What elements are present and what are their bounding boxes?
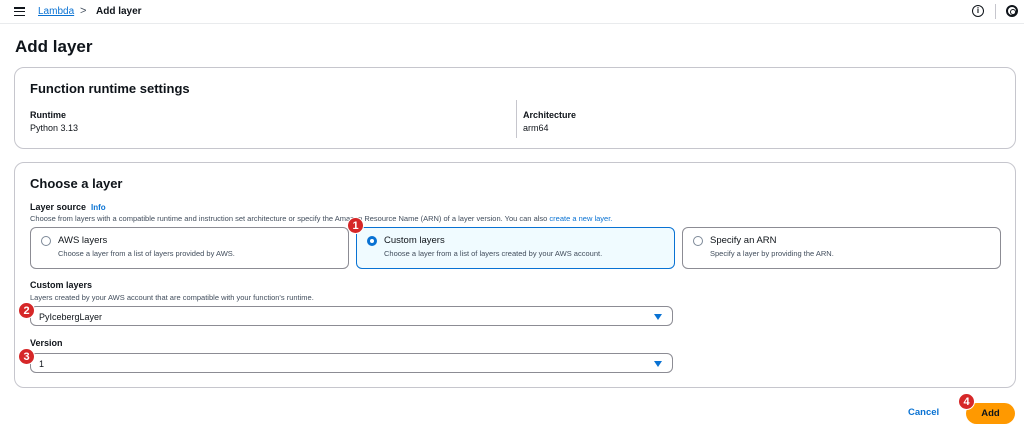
option-specify-arn[interactable]: Specify an ARN Specify a layer by provid… — [682, 227, 1001, 269]
radio-aws-layers[interactable] — [41, 236, 51, 246]
caret-down-icon — [654, 314, 662, 320]
column-divider — [516, 100, 517, 138]
annotation-badge-4: 4 — [958, 393, 975, 410]
info-icon[interactable]: i — [972, 5, 984, 17]
annotation-badge-1: 1 — [347, 217, 364, 234]
architecture-label: Architecture — [523, 110, 577, 120]
breadcrumb-current: Add layer — [96, 6, 142, 17]
layer-source-description-text: Choose from layers with a compatible run… — [30, 214, 548, 223]
topbar-divider — [995, 4, 996, 19]
caret-down-icon — [654, 361, 662, 367]
option-aws-layers-description: Choose a layer from a list of layers pro… — [58, 249, 235, 258]
option-aws-layers[interactable]: AWS layers Choose a layer from a list of… — [30, 227, 349, 269]
option-custom-layers-description: Choose a layer from a list of layers cre… — [384, 249, 603, 258]
layer-source-description: Choose from layers with a compatible run… — [30, 214, 612, 223]
option-custom-layers[interactable]: Custom layers Choose a layer from a list… — [356, 227, 675, 269]
radio-custom-layers[interactable] — [367, 236, 377, 246]
annotation-badge-2: 2 — [18, 302, 35, 319]
version-select[interactable]: 1 — [30, 353, 673, 373]
menu-icon[interactable] — [14, 7, 25, 17]
version-selected-value: 1 — [39, 359, 45, 369]
settings-icon[interactable] — [1006, 5, 1018, 17]
top-navigation-bar: Lambda > Add layer i — [0, 0, 1024, 24]
runtime-settings-panel: Function runtime settings Runtime Python… — [14, 67, 1016, 149]
custom-layers-select[interactable]: PyIcebergLayer — [30, 306, 673, 326]
runtime-settings-title: Function runtime settings — [30, 81, 190, 96]
radio-specify-arn[interactable] — [693, 236, 703, 246]
breadcrumb-lambda-link[interactable]: Lambda — [38, 6, 74, 17]
layer-source-info-link[interactable]: Info — [91, 203, 106, 212]
runtime-label: Runtime — [30, 110, 66, 120]
choose-layer-title: Choose a layer — [30, 176, 123, 191]
custom-layers-label: Custom layers — [30, 280, 93, 290]
annotation-badge-3: 3 — [18, 348, 35, 365]
runtime-value: Python 3.13 — [30, 123, 79, 133]
cancel-button[interactable]: Cancel — [908, 407, 939, 418]
layer-source-label-text: Layer source — [30, 202, 87, 212]
layer-source-label: Layer source Info — [30, 202, 106, 212]
option-aws-layers-title: AWS layers — [58, 235, 108, 246]
option-specify-arn-description: Specify a layer by providing the ARN. — [710, 249, 834, 258]
option-specify-arn-title: Specify an ARN — [710, 235, 777, 246]
page-title: Add layer — [15, 37, 93, 56]
custom-layers-selected-value: PyIcebergLayer — [39, 312, 103, 322]
architecture-value: arm64 — [523, 123, 549, 133]
breadcrumb-separator-icon: > — [80, 5, 87, 17]
custom-layers-description: Layers created by your AWS account that … — [30, 293, 314, 302]
choose-layer-panel: Choose a layer Layer source Info Choose f… — [14, 162, 1016, 388]
version-label: Version — [30, 338, 63, 348]
option-custom-layers-title: Custom layers — [384, 235, 445, 246]
create-layer-link[interactable]: create a new layer. — [549, 214, 612, 223]
